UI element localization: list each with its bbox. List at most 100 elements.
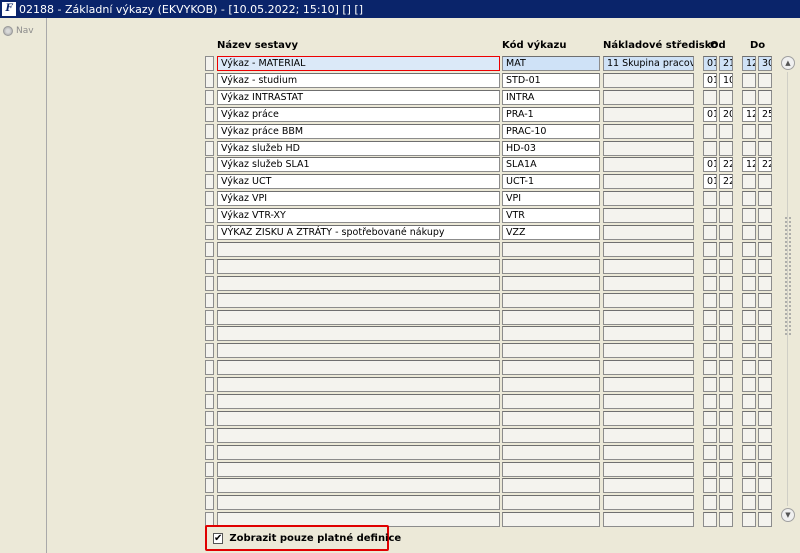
cell-od2[interactable] [719, 394, 733, 409]
cell-od2[interactable] [719, 208, 733, 223]
cell-do1[interactable] [742, 191, 756, 206]
cell-do2[interactable] [758, 343, 772, 358]
cell-code[interactable] [502, 512, 600, 527]
cell-od2[interactable]: 21 [719, 56, 733, 71]
cell-name[interactable] [217, 276, 500, 291]
row-selector[interactable] [205, 495, 214, 510]
cell-od1[interactable] [703, 343, 717, 358]
cell-od2[interactable]: 22 [719, 174, 733, 189]
cell-code[interactable]: VZZ [502, 225, 600, 240]
cell-code[interactable]: PRAC-10 [502, 124, 600, 139]
cell-do2[interactable] [758, 411, 772, 426]
cell-do2[interactable] [758, 73, 772, 88]
cell-do2[interactable] [758, 360, 772, 375]
scroll-down-icon[interactable]: ▼ [781, 508, 795, 522]
cell-od2[interactable] [719, 310, 733, 325]
cell-od2[interactable] [719, 411, 733, 426]
cell-center[interactable] [603, 174, 694, 189]
cell-code[interactable]: VTR [502, 208, 600, 223]
cell-od2[interactable]: 20 [719, 107, 733, 122]
cell-do2[interactable] [758, 512, 772, 527]
cell-code[interactable]: SLA1A [502, 157, 600, 172]
cell-od1[interactable] [703, 377, 717, 392]
row-selector[interactable] [205, 428, 214, 443]
cell-center[interactable] [603, 343, 694, 358]
cell-od1[interactable] [703, 124, 717, 139]
cell-name[interactable] [217, 343, 500, 358]
cell-name[interactable] [217, 394, 500, 409]
cell-name[interactable]: Výkaz služeb SLA1 [217, 157, 500, 172]
cell-od2[interactable] [719, 512, 733, 527]
cell-od1[interactable]: 01 [703, 56, 717, 71]
cell-name[interactable]: Výkaz VTR-XY [217, 208, 500, 223]
cell-od1[interactable] [703, 394, 717, 409]
row-selector[interactable] [205, 276, 214, 291]
cell-do1[interactable] [742, 141, 756, 156]
cell-od2[interactable] [719, 445, 733, 460]
row-selector[interactable] [205, 73, 214, 88]
row-selector[interactable] [205, 191, 214, 206]
cell-od1[interactable]: 01 [703, 157, 717, 172]
row-selector[interactable] [205, 445, 214, 460]
cell-od1[interactable] [703, 428, 717, 443]
cell-od2[interactable] [719, 343, 733, 358]
cell-center[interactable] [603, 242, 694, 257]
cell-code[interactable] [502, 394, 600, 409]
cell-do1[interactable]: 12 [742, 107, 756, 122]
cell-do1[interactable] [742, 293, 756, 308]
cell-do1[interactable] [742, 208, 756, 223]
cell-code[interactable]: INTRA [502, 90, 600, 105]
cell-do2[interactable] [758, 276, 772, 291]
cell-do1[interactable] [742, 495, 756, 510]
row-selector[interactable] [205, 56, 214, 71]
cell-do2[interactable] [758, 326, 772, 341]
cell-do2[interactable] [758, 259, 772, 274]
row-selector[interactable] [205, 141, 214, 156]
row-selector[interactable] [205, 225, 214, 240]
cell-do1[interactable] [742, 259, 756, 274]
cell-od1[interactable] [703, 293, 717, 308]
cell-od1[interactable] [703, 445, 717, 460]
cell-od2[interactable]: 10 [719, 73, 733, 88]
cell-code[interactable] [502, 445, 600, 460]
cell-center[interactable] [603, 428, 694, 443]
cell-do1[interactable] [742, 360, 756, 375]
cell-name[interactable] [217, 310, 500, 325]
cell-do2[interactable] [758, 428, 772, 443]
cell-name[interactable]: VÝKAZ ZISKU A ZTRÁTY - spotřebované náku… [217, 225, 500, 240]
cell-code[interactable] [502, 428, 600, 443]
cell-center[interactable] [603, 462, 694, 477]
cell-do1[interactable] [742, 326, 756, 341]
cell-od1[interactable] [703, 225, 717, 240]
cell-code[interactable] [502, 326, 600, 341]
cell-od2[interactable] [719, 276, 733, 291]
cell-name[interactable] [217, 377, 500, 392]
cell-od1[interactable] [703, 141, 717, 156]
row-selector[interactable] [205, 394, 214, 409]
cell-center[interactable] [603, 411, 694, 426]
cell-do2[interactable] [758, 124, 772, 139]
cell-od1[interactable] [703, 360, 717, 375]
cell-do2[interactable] [758, 141, 772, 156]
row-selector[interactable] [205, 90, 214, 105]
cell-center[interactable] [603, 377, 694, 392]
cell-do1[interactable]: 12 [742, 56, 756, 71]
cell-od2[interactable] [719, 124, 733, 139]
cell-name[interactable]: Výkaz INTRASTAT [217, 90, 500, 105]
cell-od1[interactable] [703, 495, 717, 510]
scroll-up-icon[interactable]: ▲ [781, 56, 795, 70]
cell-center[interactable] [603, 326, 694, 341]
cell-do2[interactable] [758, 478, 772, 493]
cell-do1[interactable] [742, 343, 756, 358]
row-selector[interactable] [205, 343, 214, 358]
cell-name[interactable]: Výkaz - MATERIAL [217, 56, 500, 71]
cell-od2[interactable] [719, 90, 733, 105]
cell-center[interactable] [603, 293, 694, 308]
cell-name[interactable] [217, 259, 500, 274]
cell-name[interactable] [217, 242, 500, 257]
cell-do2[interactable] [758, 445, 772, 460]
cell-do1[interactable] [742, 445, 756, 460]
cell-do1[interactable] [742, 276, 756, 291]
row-selector[interactable] [205, 326, 214, 341]
cell-od2[interactable] [719, 225, 733, 240]
